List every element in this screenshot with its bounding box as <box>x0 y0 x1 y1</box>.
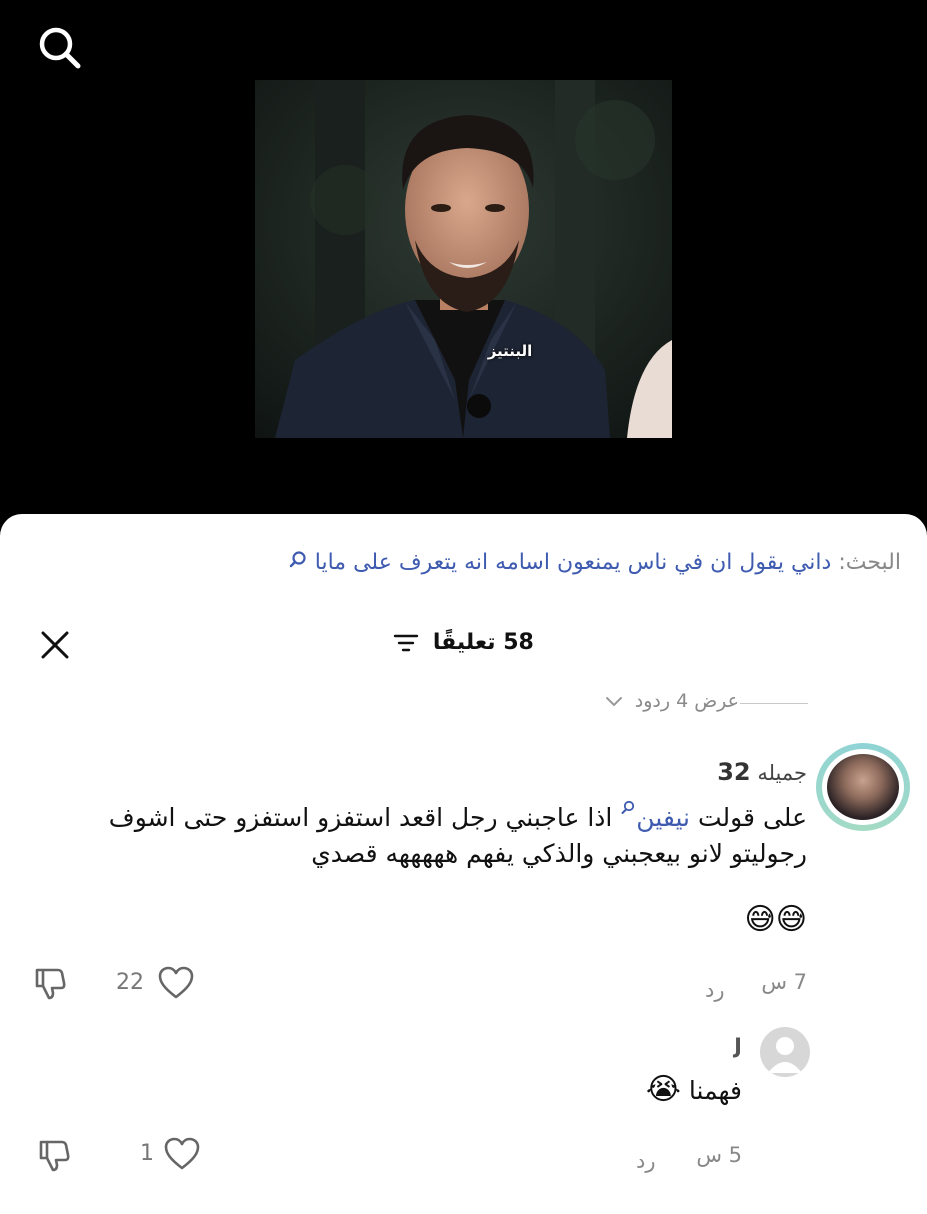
reply-like-button[interactable]: 1 <box>136 1135 216 1175</box>
avatar[interactable] <box>827 754 899 820</box>
search-query-link[interactable]: داني يقول ان في ناس يمنعون اسامه انه يتع… <box>315 550 832 575</box>
reply-username[interactable]: J <box>734 1034 742 1058</box>
comment-count-title[interactable]: 58 تعليقًا <box>0 630 927 655</box>
comment-emojis: 😅😅 <box>744 902 807 937</box>
magnifier-small-icon <box>288 550 308 570</box>
comment-username[interactable]: جميله 32 <box>717 758 807 786</box>
username-text: جميله <box>757 761 807 785</box>
view-replies-label: عرض 4 ردود <box>634 690 739 712</box>
reply-dislike-icon[interactable] <box>36 1138 72 1174</box>
divider-line <box>740 703 808 704</box>
search-prefix: البحث: <box>838 550 901 575</box>
dislike-icon[interactable] <box>32 966 68 1002</box>
like-button[interactable]: 22 <box>112 964 202 1004</box>
comment-text-before: على قولت <box>690 803 807 832</box>
reply-time: 5 س <box>696 1143 742 1167</box>
reply-text: فهمنا 😭 <box>646 1072 742 1109</box>
search-icon[interactable] <box>34 24 86 72</box>
search-suggestion[interactable]: البحث: داني يقول ان في ناس يمنعون اسامه … <box>288 550 901 575</box>
reply-emoji: 😭 <box>645 1072 681 1107</box>
comment-text: على قولت نيفين اذا عاجبني رجل اقعد استفز… <box>27 800 807 872</box>
comments-header: 58 تعليقًا <box>0 620 927 670</box>
comment-meta: 7 س <box>761 970 807 994</box>
reply-like-count: 1 <box>140 1141 154 1166</box>
mention-link[interactable]: نيفين <box>636 803 690 832</box>
close-icon[interactable] <box>38 628 72 662</box>
comment-count-label: 58 تعليقًا <box>432 630 534 655</box>
view-replies-button[interactable]: عرض 4 ردود <box>605 690 739 712</box>
like-count: 22 <box>116 970 144 995</box>
reply-reply-button[interactable]: رد <box>636 1149 656 1173</box>
video-frame-illustration <box>255 80 672 438</box>
video-watermark: البنتيز <box>487 342 533 360</box>
comment-time: 7 س <box>761 970 807 994</box>
heart-icon <box>164 1137 200 1171</box>
heart-icon <box>158 966 194 1000</box>
filter-icon[interactable] <box>393 632 419 654</box>
mention-search-icon <box>620 800 636 816</box>
reply-text-body: فهمنا <box>688 1076 742 1105</box>
reply-button[interactable]: رد <box>705 978 725 1002</box>
reply-avatar[interactable] <box>760 1027 810 1077</box>
default-user-icon <box>768 1037 802 1073</box>
chevron-down-icon <box>605 696 623 708</box>
username-number: 32 <box>717 758 751 786</box>
video-thumbnail[interactable]: البنتيز <box>255 80 672 438</box>
